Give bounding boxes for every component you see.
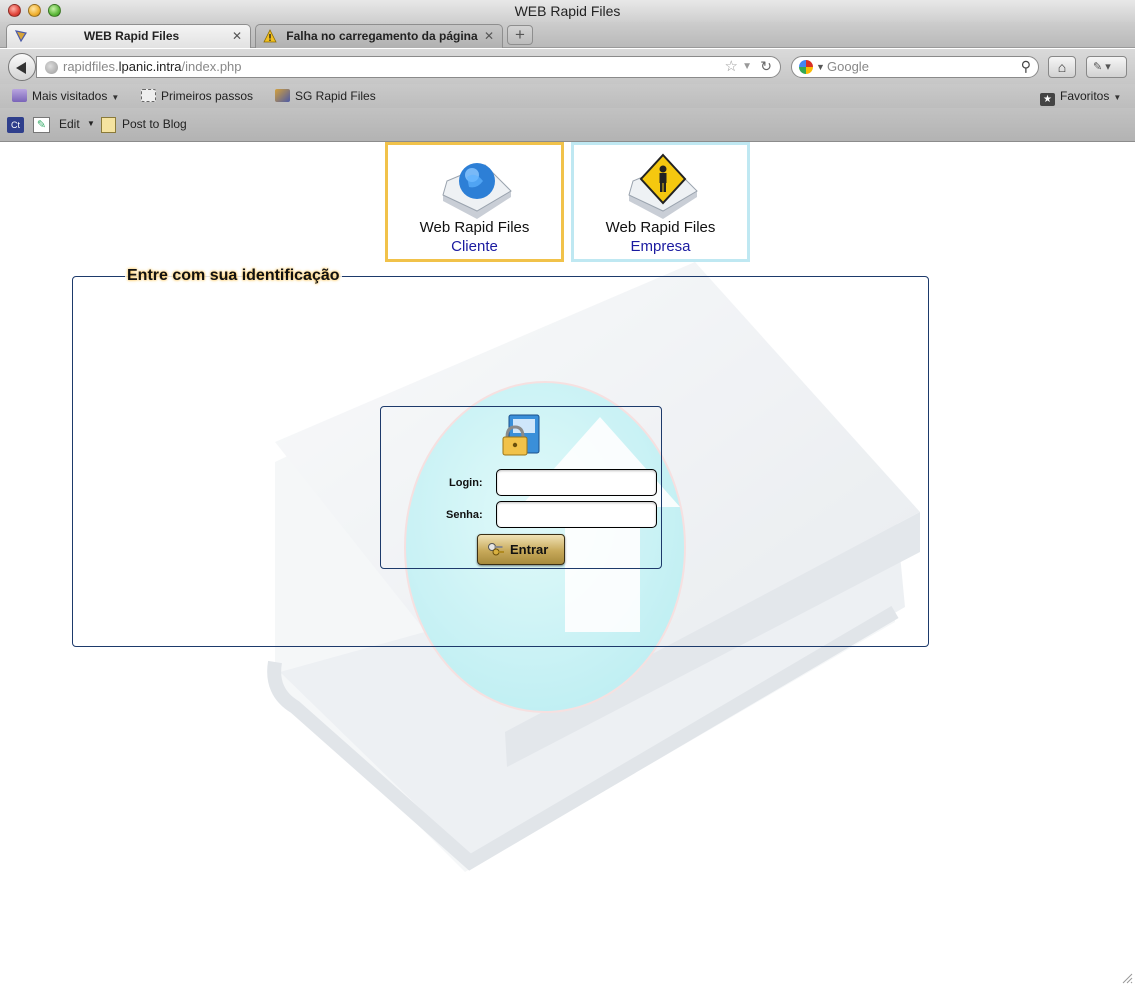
close-tab-icon[interactable]: ✕ (484, 25, 494, 47)
brand-card-empresa[interactable]: Web Rapid Files Empresa (571, 142, 750, 262)
warning-icon (263, 29, 277, 43)
lock-icon (502, 414, 540, 456)
close-window-icon[interactable] (8, 4, 21, 17)
login-form: Login: Senha: Entrar (380, 406, 662, 569)
back-button[interactable] (8, 53, 36, 81)
page-content: Web Rapid Files Cliente Web Rapid Files … (0, 142, 1135, 986)
addon-toolbar: Ct ✎ Edit ▼ Post to Blog (0, 108, 1135, 142)
navigation-toolbar: rapidfiles.lpanic.intra/index.php ☆ ▼ ↻ … (0, 49, 1135, 84)
blog-icon[interactable] (101, 117, 116, 133)
new-tab-button[interactable]: + (507, 25, 533, 45)
home-button[interactable]: ⌂ (1048, 56, 1076, 78)
rapid-files-favicon (14, 29, 28, 43)
bookmark-primeiros-passos[interactable]: Primeiros passos (141, 85, 253, 107)
close-tab-icon[interactable]: ✕ (232, 25, 242, 47)
globe-book-icon (441, 163, 512, 219)
engine-dropdown-icon[interactable]: ▼ (816, 57, 825, 77)
zoom-window-icon[interactable] (48, 4, 61, 17)
brand-subtitle: Cliente (451, 238, 498, 255)
star-icon: ★ (1040, 93, 1055, 106)
reload-icon[interactable]: ↻ (760, 56, 772, 76)
tab-falha-carregamento[interactable]: Falha no carregamento da página ✕ (255, 24, 503, 48)
edit-dropdown-icon[interactable]: ▼ (87, 108, 95, 140)
bookmark-star-icon[interactable]: ☆ (725, 57, 738, 77)
entrar-button[interactable]: Entrar (477, 534, 565, 565)
search-icon[interactable]: ⚲ (1021, 56, 1031, 76)
google-engine-icon[interactable] (799, 60, 813, 74)
tab-label: WEB Rapid Files (83, 29, 180, 43)
search-bar[interactable]: ▼ Google ⚲ (791, 56, 1039, 78)
fieldset-legend: Entre com sua identificação (125, 267, 342, 285)
history-dropdown-icon[interactable]: ▼ (742, 57, 752, 77)
tab-web-rapid-files[interactable]: WEB Rapid Files ✕ (6, 24, 251, 48)
brand-card-cliente[interactable]: Web Rapid Files Cliente (385, 142, 564, 262)
tab-label: Falha no carregamento da página (286, 29, 478, 43)
tab-bar: WEB Rapid Files ✕ Falha no carregamento … (0, 22, 1135, 48)
senha-label: Senha: (446, 509, 483, 521)
ct-addon-button[interactable]: Ct (7, 117, 24, 133)
window-titlebar: WEB Rapid Files (0, 0, 1135, 22)
edit-icon[interactable]: ✎ (33, 117, 50, 133)
entrar-label: Entrar (510, 542, 549, 557)
bookmark-sg-rapid-files[interactable]: SG Rapid Files (275, 85, 376, 107)
senha-input[interactable] (496, 501, 657, 528)
post-to-blog-button[interactable]: Post to Blog (122, 108, 187, 140)
address-bar[interactable]: rapidfiles.lpanic.intra/index.php ☆ ▼ ↻ (36, 56, 781, 78)
bookmark-mais-visitados[interactable]: Mais visitados ▼ (12, 85, 119, 109)
addon-menu-button[interactable]: ✎ ▾ (1086, 56, 1127, 78)
bookmarks-toolbar: Mais visitados ▼ Primeiros passos SG Rapi… (0, 84, 1135, 108)
resize-grip-icon[interactable] (1121, 972, 1133, 984)
minimize-window-icon[interactable] (28, 4, 41, 17)
person-warning-book-icon (627, 153, 698, 219)
folder-icon (12, 89, 27, 102)
search-input[interactable]: Google (827, 57, 869, 77)
login-label: Login: (449, 477, 483, 489)
site-identity-icon[interactable] (45, 61, 58, 74)
page-icon (141, 89, 156, 102)
keys-icon (488, 543, 504, 556)
brand-name: Web Rapid Files (419, 219, 530, 236)
bookmark-favoritos[interactable]: ★ Favoritos ▼ (1040, 85, 1121, 109)
brand-name: Web Rapid Files (605, 219, 716, 236)
window-title: WEB Rapid Files (514, 3, 621, 19)
address-url: rapidfiles.lpanic.intra/index.php (63, 59, 242, 74)
edit-button[interactable]: Edit (59, 108, 80, 140)
login-input[interactable] (496, 469, 657, 496)
rapid-files-favicon (275, 89, 290, 102)
brand-subtitle: Empresa (630, 238, 691, 255)
